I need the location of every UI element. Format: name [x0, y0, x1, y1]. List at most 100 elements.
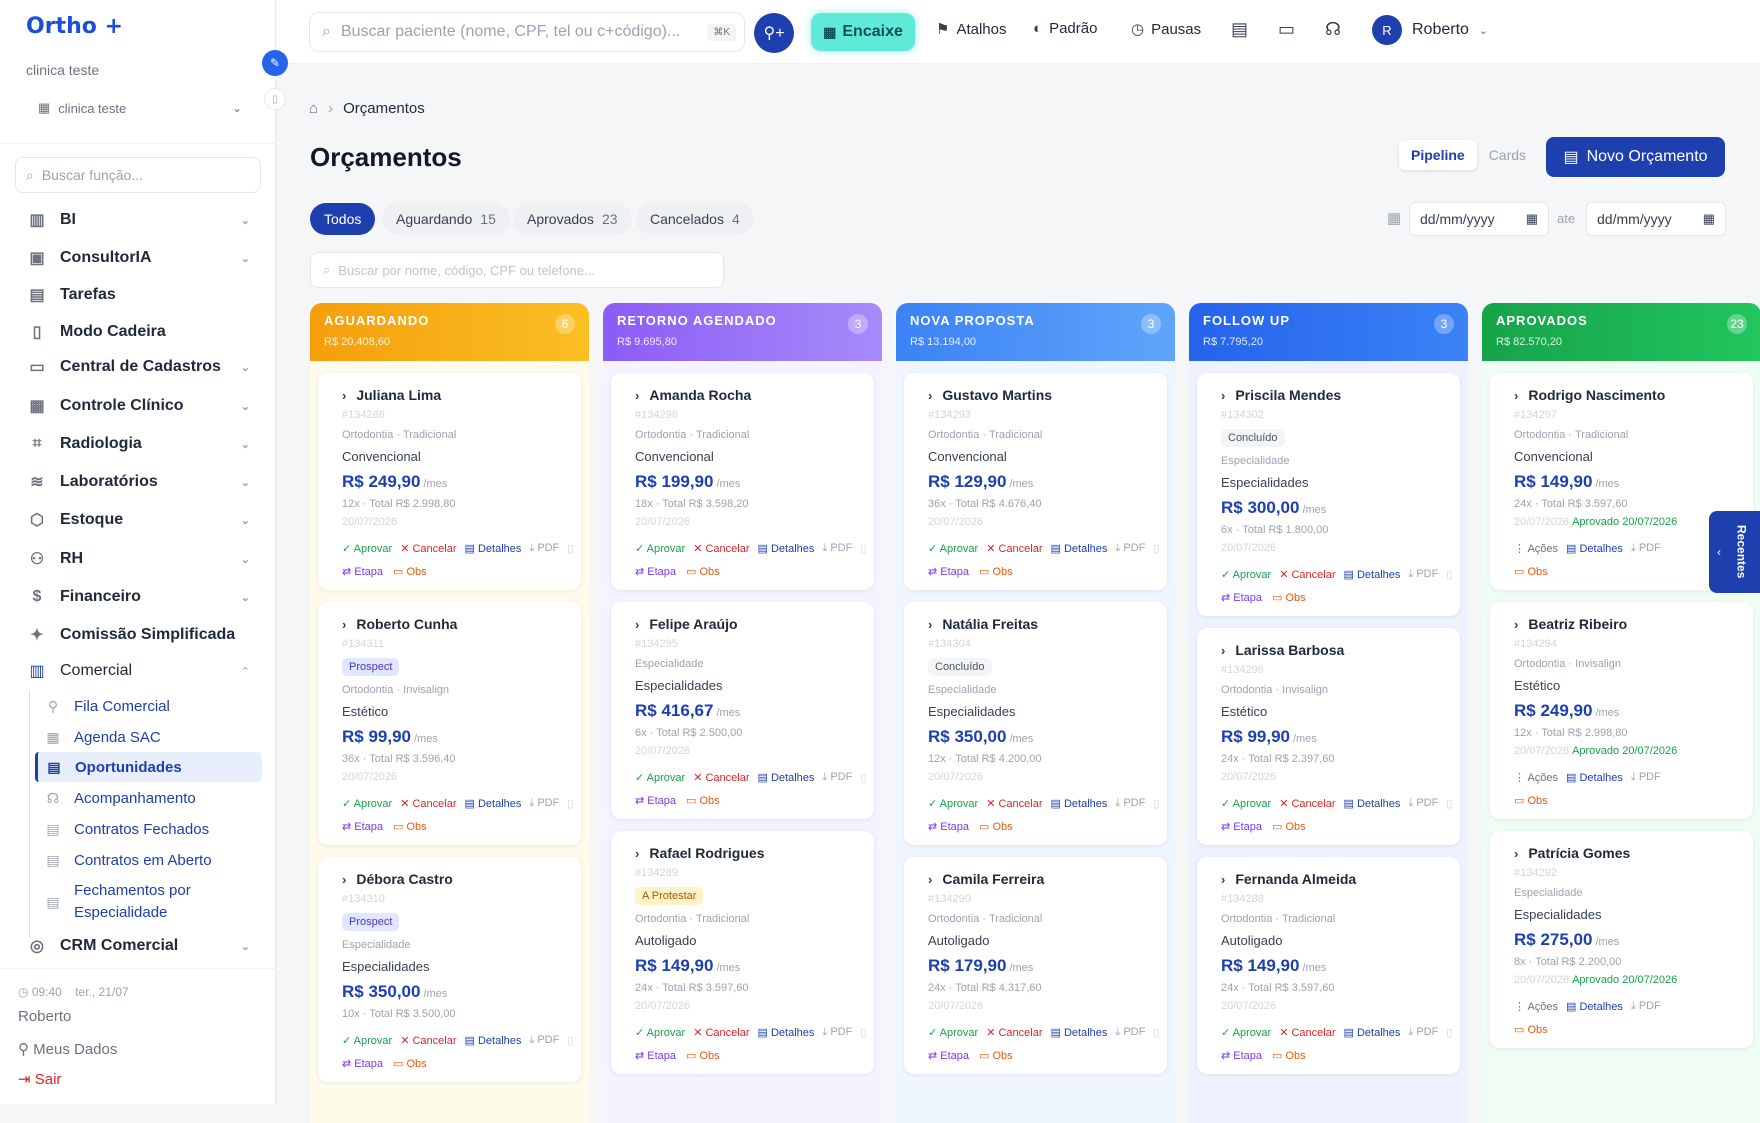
etapa-button[interactable]: ⇄ Etapa [635, 794, 676, 807]
etapa-button[interactable]: ⇄ Etapa [635, 565, 676, 578]
pdf-button[interactable]: ⤓ PDF [1631, 1000, 1661, 1013]
obs-button[interactable]: ▭ Obs [393, 565, 427, 578]
pdf-button[interactable]: ⤓ PDF [529, 542, 559, 555]
etapa-button[interactable]: ⇄ Etapa [928, 820, 969, 833]
submenu-oportunidades[interactable]: ▤ Oportunidades [35, 752, 262, 782]
etapa-button[interactable]: ⇄ Etapa [342, 1057, 383, 1070]
meus-dados-link[interactable]: ⚲ Meus Dados [18, 1040, 117, 1058]
sair-link[interactable]: ⇥ Sair [18, 1070, 61, 1088]
pdf-button[interactable]: ⤓ PDF [1631, 542, 1661, 555]
detalhes-button[interactable]: ▤ Detalhes [1051, 542, 1108, 555]
menu-item-tarefas[interactable]: ▤ Tarefas [26, 281, 250, 309]
date-from-input[interactable]: dd/mm/yyyy ▦ [1409, 202, 1549, 236]
etapa-button[interactable]: ⇄ Etapa [928, 1049, 969, 1062]
obs-button[interactable]: ▭ Obs [686, 1049, 720, 1062]
cancelar-button[interactable]: ✕ Cancelar [1279, 797, 1335, 810]
obs-button[interactable]: ▭ Obs [393, 1057, 427, 1070]
patient-search-input[interactable]: ⌕ Buscar paciente (nome, CPF, tel ou c+c… [309, 12, 745, 52]
clinic-select[interactable]: ▦ clinica teste ⌄ [38, 96, 242, 120]
trash-icon[interactable]: ▯ [1446, 797, 1452, 810]
cancelar-button[interactable]: ✕ Cancelar [986, 1026, 1042, 1039]
obs-button[interactable]: ▭ Obs [1272, 591, 1306, 604]
pdf-button[interactable]: ⤓ PDF [822, 771, 852, 784]
filter-todos[interactable]: Todos [310, 203, 376, 235]
pdf-button[interactable]: ⤓ PDF [529, 797, 559, 810]
pdf-button[interactable]: ⤓ PDF [1631, 771, 1661, 784]
trash-icon[interactable]: ▯ [1446, 568, 1452, 581]
menu-item-controle-clinico[interactable]: ▦ Controle Clínico ⌄ [26, 392, 250, 420]
aprovar-button[interactable]: ✓ Aprovar [342, 1034, 392, 1047]
collapse-sidebar-icon[interactable]: ▯ [264, 88, 286, 110]
pausas-button[interactable]: ◷ Pausas [1131, 20, 1201, 39]
obs-button[interactable]: ▭ Obs [1514, 565, 1548, 578]
menu-item-rh[interactable]: ⚇ RH ⌄ [26, 545, 250, 573]
card-patient[interactable]: › Débora Castro [342, 871, 565, 887]
card-patient[interactable]: › Camila Ferreira [928, 871, 1151, 887]
submenu-acompanhamento[interactable]: ☊ Acompanhamento [44, 787, 262, 809]
card-patient[interactable]: › Gustavo Martins [928, 387, 1151, 403]
aprovar-button[interactable]: ✓ Aprovar [928, 797, 978, 810]
view-pipeline-button[interactable]: Pipeline [1399, 140, 1477, 170]
obs-button[interactable]: ▭ Obs [979, 1049, 1013, 1062]
cancelar-button[interactable]: ✕ Cancelar [986, 542, 1042, 555]
cancelar-button[interactable]: ✕ Cancelar [986, 797, 1042, 810]
etapa-button[interactable]: ⇄ Etapa [635, 1049, 676, 1062]
budget-card[interactable]: › Fernanda Almeida #134288 Ortodontia · Tra… [1197, 857, 1460, 1074]
obs-button[interactable]: ▭ Obs [686, 565, 720, 578]
aprovar-button[interactable]: ✓ Aprovar [635, 1026, 685, 1039]
budget-card[interactable]: › Beatriz Ribeiro #134294 Ortodontia · Invi… [1490, 602, 1753, 819]
padrao-button[interactable]: ◐ Padrão [1033, 20, 1097, 37]
trash-icon[interactable]: ▯ [860, 542, 866, 555]
budget-card[interactable]: › Felipe Araújo #134295 Especialidade Especi… [611, 602, 874, 819]
headset-icon[interactable]: ☊ [1325, 19, 1341, 40]
pdf-button[interactable]: ⤓ PDF [1115, 1026, 1145, 1039]
etapa-button[interactable]: ⇄ Etapa [1221, 591, 1262, 604]
aprovar-button[interactable]: ✓ Aprovar [1221, 1026, 1271, 1039]
pdf-button[interactable]: ⤓ PDF [1115, 797, 1145, 810]
detalhes-button[interactable]: ▤ Detalhes [758, 1026, 815, 1039]
cancelar-button[interactable]: ✕ Cancelar [400, 797, 456, 810]
obs-button[interactable]: ▭ Obs [686, 794, 720, 807]
cancelar-button[interactable]: ✕ Cancelar [400, 1034, 456, 1047]
trash-icon[interactable]: ▯ [1153, 1026, 1159, 1039]
card-patient[interactable]: › Patrícia Gomes [1514, 845, 1737, 861]
aprovar-button[interactable]: ✓ Aprovar [928, 542, 978, 555]
budget-card[interactable]: › Rafael Rodrigues #134289 A Protestar Ortod… [611, 831, 874, 1074]
budget-card[interactable]: › Natália Freitas #134304 Concluído Especial… [904, 602, 1167, 845]
trash-icon[interactable]: ▯ [567, 542, 573, 555]
aprovar-button[interactable]: ✓ Aprovar [635, 771, 685, 784]
obs-button[interactable]: ▭ Obs [979, 820, 1013, 833]
cancelar-button[interactable]: ✕ Cancelar [693, 1026, 749, 1039]
card-patient[interactable]: › Larissa Barbosa [1221, 642, 1444, 658]
card-patient[interactable]: › Fernanda Almeida [1221, 871, 1444, 887]
pdf-button[interactable]: ⤓ PDF [822, 542, 852, 555]
detalhes-button[interactable]: ▤ Detalhes [465, 1034, 522, 1047]
menu-item-radiologia[interactable]: ⌗ Radiologia ⌄ [26, 430, 250, 458]
detalhes-button[interactable]: ▤ Detalhes [1344, 797, 1401, 810]
pdf-button[interactable]: ⤓ PDF [1408, 1026, 1438, 1039]
detalhes-button[interactable]: ▤ Detalhes [758, 771, 815, 784]
user-menu[interactable]: R Roberto ⌄ [1372, 15, 1488, 45]
budget-card[interactable]: › Patrícia Gomes #134292 Especialidade Espec… [1490, 831, 1753, 1048]
filter-aguardando[interactable]: Aguardando 15 [382, 203, 510, 235]
budget-card[interactable]: › Amanda Rocha #134298 Ortodontia · Tradici… [611, 373, 874, 590]
etapa-button[interactable]: ⇄ Etapa [342, 820, 383, 833]
aprovar-button[interactable]: ✓ Aprovar [635, 542, 685, 555]
cancelar-button[interactable]: ✕ Cancelar [1279, 1026, 1335, 1039]
trash-icon[interactable]: ▯ [860, 1026, 866, 1039]
submenu-fila-comercial[interactable]: ⚲ Fila Comercial [44, 695, 262, 717]
clipboard-icon[interactable]: ▤ [1231, 19, 1248, 40]
menu-item-financeiro[interactable]: $ Financeiro ⌄ [26, 583, 250, 611]
acoes-button[interactable]: ⋮ Ações [1514, 542, 1558, 555]
submenu-agenda-sac[interactable]: ▦ Agenda SAC [44, 726, 262, 748]
pdf-button[interactable]: ⤓ PDF [529, 1034, 559, 1047]
obs-button[interactable]: ▭ Obs [1514, 794, 1548, 807]
budget-card[interactable]: › Priscila Mendes #134302 Concluído Especial… [1197, 373, 1460, 616]
budget-card[interactable]: › Camila Ferreira #134290 Ortodontia · Trad… [904, 857, 1167, 1074]
pdf-button[interactable]: ⤓ PDF [1408, 568, 1438, 581]
budget-card[interactable]: › Gustavo Martins #134293 Ortodontia · Trad… [904, 373, 1167, 590]
novo-orcamento-button[interactable]: ▤ Novo Orçamento [1546, 137, 1725, 177]
trash-icon[interactable]: ▯ [567, 1034, 573, 1047]
budget-search-input[interactable]: ⌕ Buscar por nome, código, CPF ou telefon… [310, 252, 724, 288]
card-patient[interactable]: › Juliana Lima [342, 387, 565, 403]
